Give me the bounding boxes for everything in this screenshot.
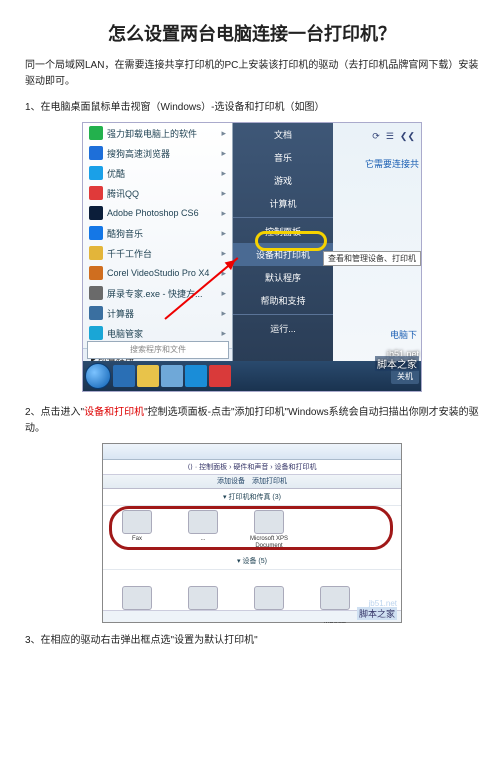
device-icon	[254, 586, 284, 610]
page-side-label: 电脑下	[390, 328, 417, 341]
app-icon	[89, 266, 103, 280]
app-label: 酷狗音乐	[107, 227, 143, 240]
chevron-right-icon: ▸	[221, 128, 226, 139]
chevron-right-icon: ▸	[221, 148, 226, 159]
page-top-icons: ⟳ ☰ ❮❮	[372, 131, 415, 142]
start-menu-app-item[interactable]: 强力卸载电脑上的软件 ▸	[83, 123, 232, 143]
chevron-right-icon: ▸	[221, 188, 226, 199]
menu-computer[interactable]: 计算机	[233, 192, 333, 215]
menu-default-programs[interactable]: 默认程序	[233, 266, 333, 289]
menu-games[interactable]: 游戏	[233, 169, 333, 192]
tooltip: 查看和管理设备、打印机	[323, 251, 421, 266]
watermark-cn: 脚本之家	[357, 607, 397, 620]
screenshot-devices-printers: ⟨⟩ · 控制面板 › 硬件和声音 › 设备和打印机 添加设备 添加打印机 ▾ …	[102, 443, 402, 623]
app-icon	[89, 146, 103, 160]
app-label: 腾讯QQ	[107, 187, 139, 200]
watermark-cn: 脚本之家	[375, 356, 419, 371]
start-menu-app-item[interactable]: 电脑管家 ▸	[83, 323, 232, 343]
start-menu-app-item[interactable]: 计算器 ▸	[83, 303, 232, 323]
menu-help-support[interactable]: 帮助和支持	[233, 289, 333, 312]
taskbar-ie-icon[interactable]	[113, 365, 135, 387]
chevron-right-icon: ▸	[221, 228, 226, 239]
menu-music[interactable]: 音乐	[233, 146, 333, 169]
start-menu-left: 强力卸载电脑上的软件▸搜狗高速浏览器▸优酷▸腾讯QQ▸Adobe Photosh…	[83, 123, 233, 363]
intro-text: 同一个局域网LAN，在需要连接共享打印机的PC上安装该打印机的驱动（去打印机品牌…	[25, 58, 479, 90]
start-menu-app-item[interactable]: 屏录专家.exe - 快捷方...▸	[83, 283, 232, 303]
taskbar-explorer-icon[interactable]	[137, 365, 159, 387]
app-label: Adobe Photoshop CS6	[107, 208, 199, 218]
app-icon	[89, 246, 103, 260]
app-label: 千千工作台	[107, 247, 152, 260]
step-3: 3、在相应的驱动右击弹出框点选"设置为默认打印机"	[25, 633, 479, 649]
chevron-right-icon: ▸	[221, 288, 226, 299]
section-devices: ▾ 设备 (5)	[103, 553, 401, 570]
app-icon	[89, 306, 103, 320]
start-menu-app-item[interactable]: 搜狗高速浏览器 ▸	[83, 143, 232, 163]
step-2: 2、点击进入"设备和打印机"控制选项面板-点击"添加打印机"Windows系统会…	[25, 405, 479, 437]
app-icon	[89, 206, 103, 220]
page-title: 怎么设置两台电脑连接一台打印机？	[25, 20, 479, 46]
window-titlebar	[103, 444, 401, 460]
section-printers: ▾ 打印机和传真 (3)	[103, 489, 401, 506]
app-label: 强力卸载电脑上的软件	[107, 127, 197, 140]
chevron-right-icon: ▸	[221, 208, 226, 219]
menu-devices-printers[interactable]: 设备和打印机	[233, 243, 333, 266]
taskbar-app2-icon[interactable]	[209, 365, 231, 387]
start-menu-app-item[interactable]: Adobe Photoshop CS6 ▸	[83, 203, 232, 223]
app-icon	[89, 286, 103, 300]
screenshot-start-menu: ⟳ ☰ ❮❮ 它需要连接共 电脑下 强力卸载电脑上的软件 ▸ 搜狗高速浏览器 ▸ 优酷 ▸…	[82, 122, 422, 392]
taskbar: 关机	[83, 361, 421, 391]
chevron-right-icon: ▸	[221, 328, 226, 339]
start-menu-app-item[interactable]: 腾讯QQ ▸	[83, 183, 232, 203]
menu-run[interactable]: 运行...	[233, 317, 333, 340]
toolbar[interactable]: 添加设备 添加打印机	[103, 475, 401, 489]
start-orb[interactable]	[85, 363, 111, 389]
back-icon: ❮❮	[400, 131, 415, 142]
app-icon	[89, 326, 103, 340]
start-menu-app-item[interactable]: 酷狗音乐 ▸	[83, 223, 232, 243]
app-label: 优酷	[107, 167, 125, 180]
start-menu-app-item[interactable]: 优酷 ▸	[83, 163, 232, 183]
app-label: 计算器	[107, 307, 134, 320]
app-icon	[89, 126, 103, 140]
taskbar-wmp-icon[interactable]	[161, 365, 183, 387]
app-label: 搜狗高速浏览器	[107, 147, 170, 160]
app-label: Corel VideoStudio Pro X4	[107, 268, 209, 278]
separator	[233, 217, 333, 218]
taskbar-app-icon[interactable]	[185, 365, 207, 387]
menu-documents[interactable]: 文档	[233, 123, 333, 146]
device-icon	[188, 586, 218, 610]
page-blue-text: 它需要连接共	[365, 157, 419, 170]
chevron-right-icon: ▸	[221, 248, 226, 259]
start-menu-right: 文档 音乐 游戏 计算机 控制面板 设备和打印机 默认程序 帮助和支持 运行..…	[233, 123, 333, 363]
app-icon	[89, 166, 103, 180]
list-icon: ☰	[386, 131, 394, 142]
search-input[interactable]: 搜索程序和文件	[87, 341, 229, 359]
breadcrumb[interactable]: ⟨⟩ · 控制面板 › 硬件和声音 › 设备和打印机	[103, 460, 401, 475]
device-icon	[320, 586, 350, 610]
chevron-right-icon: ▸	[221, 308, 226, 319]
chevron-right-icon: ▸	[221, 168, 226, 179]
step-1: 1、在电脑桌面鼠标单击视窗（Windows）-选设备和打印机（如图）	[25, 100, 479, 116]
refresh-icon: ⟳	[372, 131, 380, 142]
highlight-devices-printers: 设备和打印机	[84, 407, 144, 418]
app-icon	[89, 186, 103, 200]
separator	[233, 314, 333, 315]
app-icon	[89, 226, 103, 240]
device-icon	[122, 586, 152, 610]
start-menu-app-item[interactable]: 千千工作台 ▸	[83, 243, 232, 263]
menu-control-panel[interactable]: 控制面板	[233, 220, 333, 243]
red-circle-callout	[109, 506, 393, 550]
app-label: 电脑管家	[107, 327, 143, 340]
